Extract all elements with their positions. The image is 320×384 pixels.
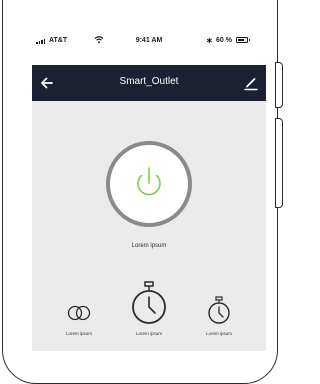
page-title: Smart_Outlet	[119, 76, 179, 87]
navigation-bar: Smart_Outlet	[32, 65, 266, 101]
action-button-overlap[interactable]: Lorem ipsum	[44, 277, 114, 337]
action-label: Lorem ipsum	[65, 331, 92, 336]
power-icon	[137, 167, 161, 196]
overlap-circles-icon	[67, 305, 91, 321]
stopwatch-icon	[208, 296, 230, 324]
app-screen: AT&T 9:41 AM ∗ 60 % Smart_Outlet Lorem i…	[32, 29, 266, 351]
battery-icon	[236, 37, 250, 43]
volume-button	[275, 62, 283, 108]
action-button-timer-small[interactable]: Lorem ipsum	[184, 277, 254, 337]
power-toggle-button[interactable]	[106, 141, 192, 227]
battery-percentage: 60 %	[216, 37, 232, 44]
side-power-button	[275, 118, 283, 208]
power-label: Lorem ipsum	[131, 243, 167, 249]
action-button-timer-large[interactable]: Lorem ipsum	[114, 277, 184, 337]
edit-pencil-icon[interactable]	[242, 74, 260, 92]
stopwatch-icon	[132, 281, 166, 324]
action-label: Lorem ipsum	[135, 331, 162, 336]
status-bar: AT&T 9:41 AM ∗ 60 %	[32, 29, 266, 58]
outlet-control-panel: Lorem ipsum Lorem ipsum Lorem ipsum Lore…	[32, 101, 266, 351]
bluetooth-icon: ∗	[206, 36, 213, 45]
action-label: Lorem ipsum	[205, 331, 232, 336]
